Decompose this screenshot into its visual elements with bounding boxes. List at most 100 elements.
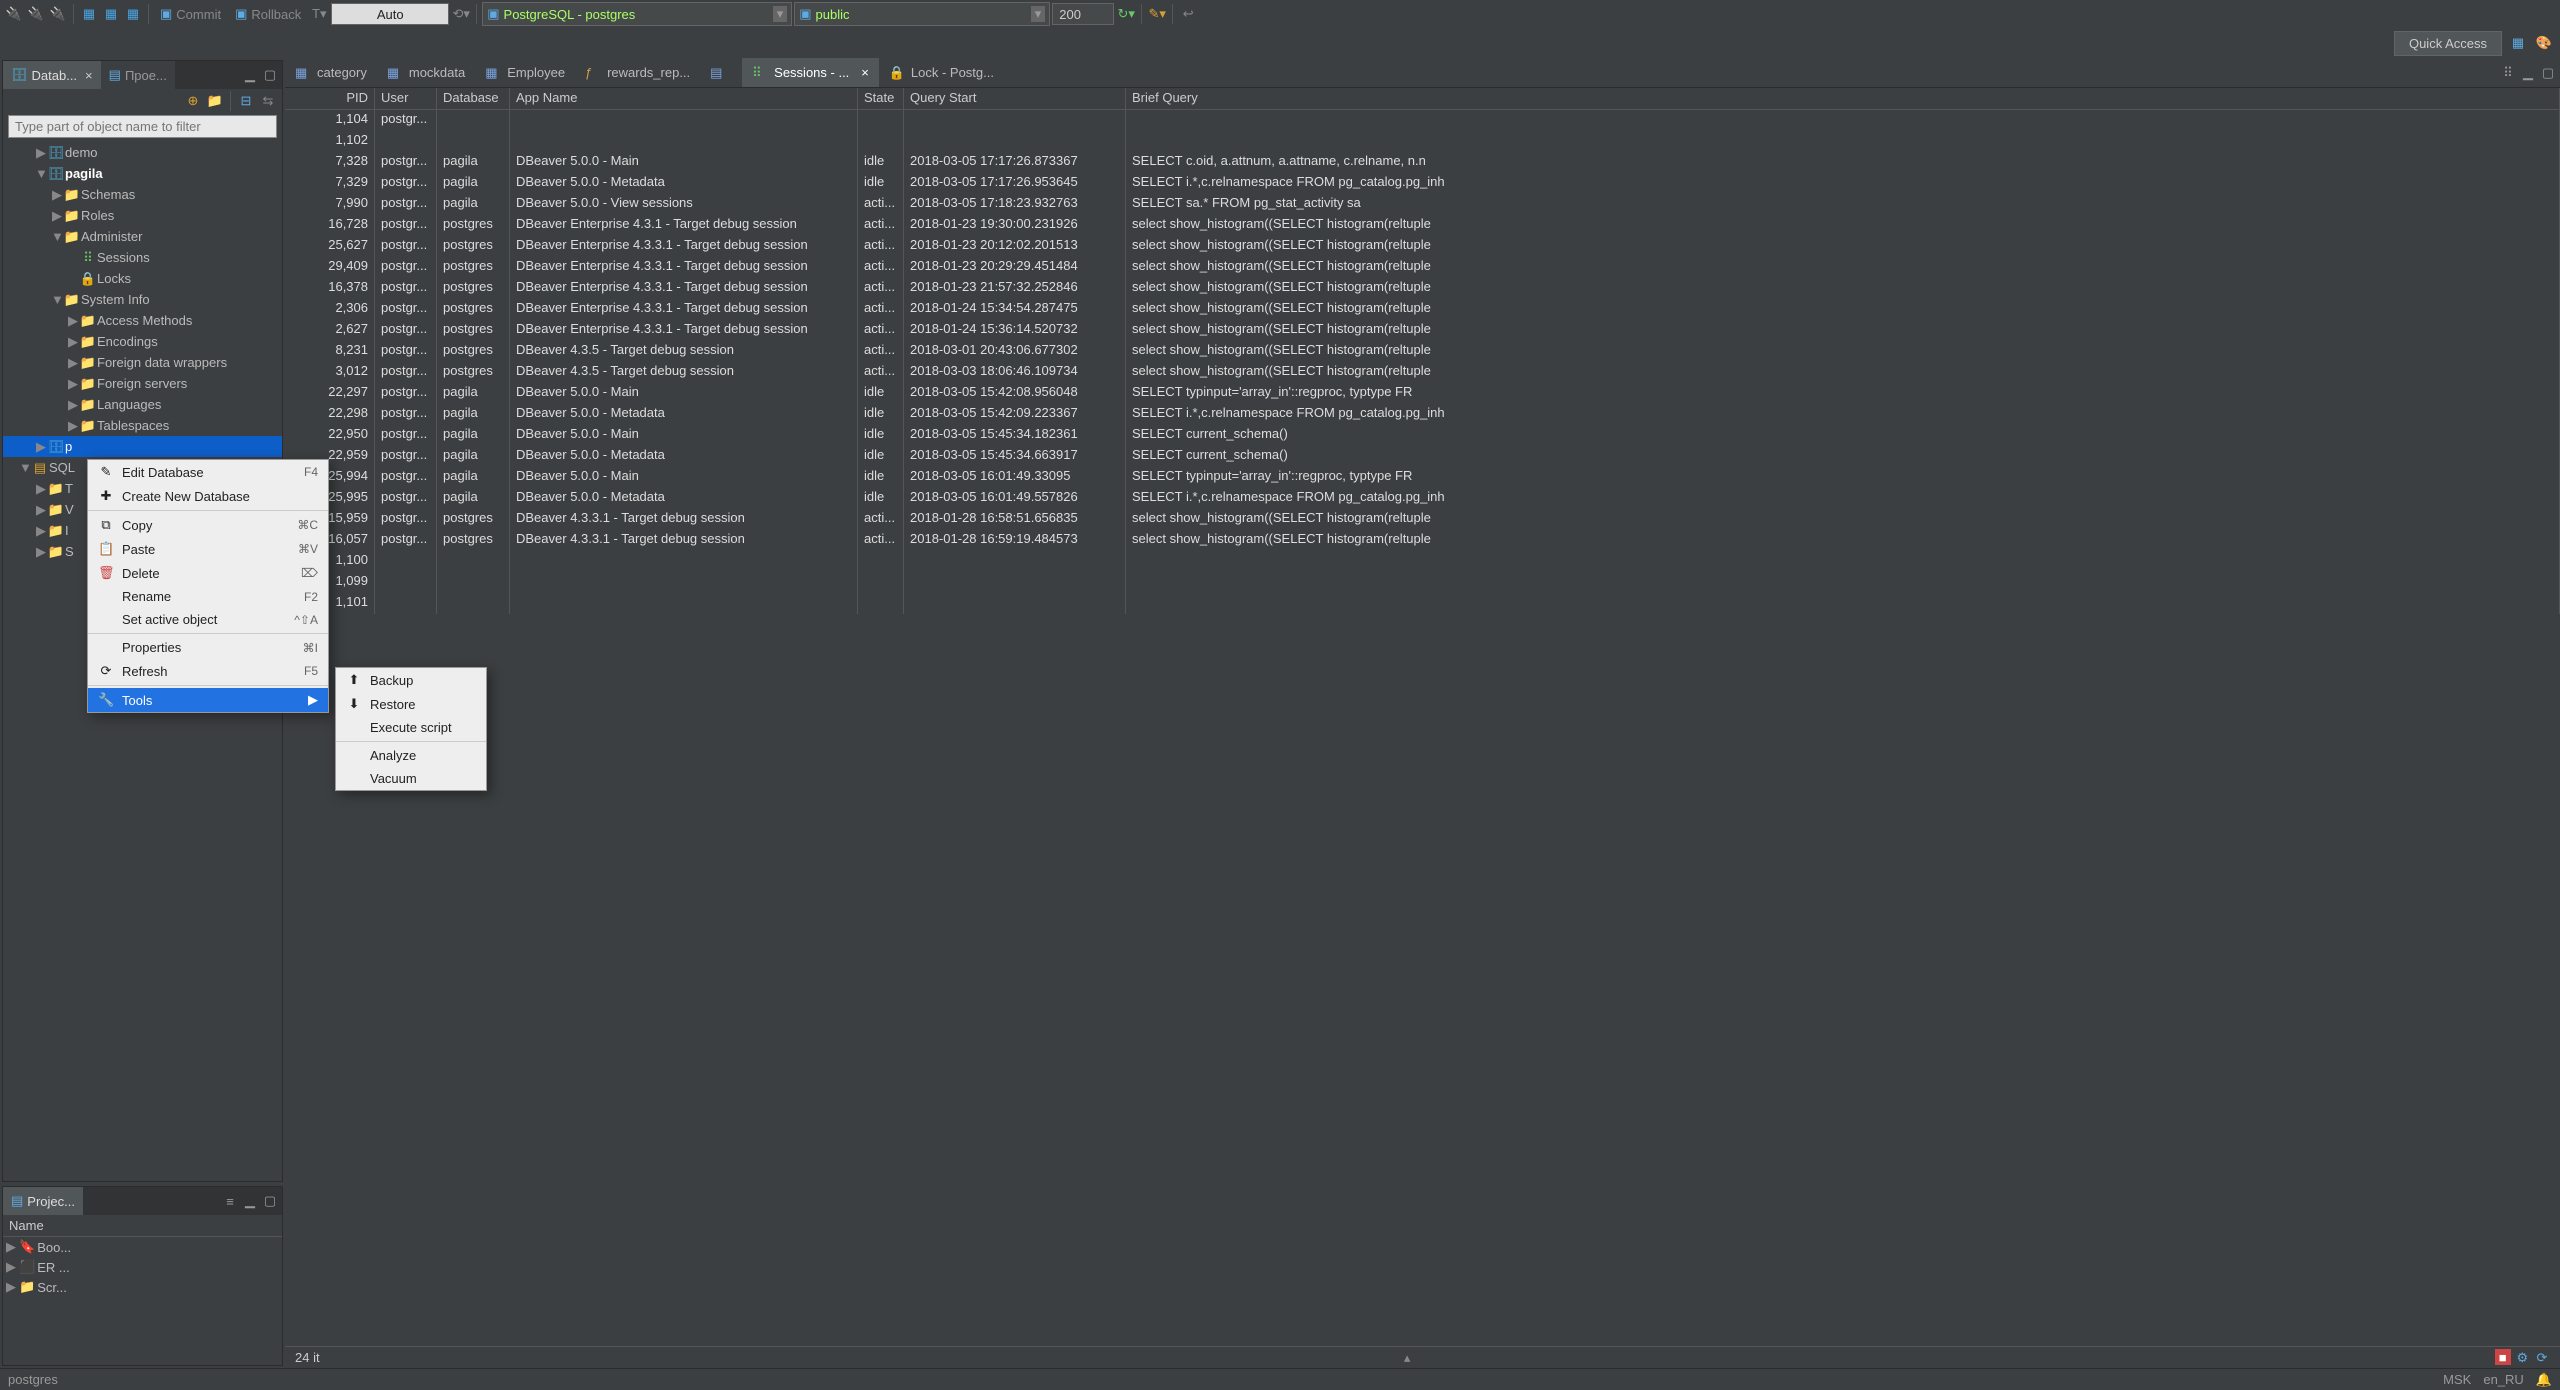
connection-combo[interactable]: ▣ PostgreSQL - postgres ▾ xyxy=(482,2,792,26)
tx-mode-input[interactable] xyxy=(331,3,449,25)
limit-input[interactable] xyxy=(1052,3,1114,25)
tree-item[interactable]: ▶🗄demo xyxy=(3,142,282,163)
plug-icon[interactable]: 🔌 xyxy=(4,4,24,24)
sessions-grid[interactable]: PIDUserDatabaseApp NameStateQuery StartB… xyxy=(285,88,2560,1346)
menu-item[interactable]: ⟳RefreshF5 xyxy=(88,659,328,683)
notifications-icon[interactable]: 🔔 xyxy=(2536,1372,2552,1388)
commit-button[interactable]: ▣Commit xyxy=(154,4,227,24)
minimize-icon[interactable]: ▁ xyxy=(242,1193,258,1209)
column-header[interactable]: Database xyxy=(437,88,510,109)
table-row[interactable]: 22,950postgr...pagilaDBeaver 5.0.0 - Mai… xyxy=(285,425,2560,446)
menu-item[interactable]: Execute script xyxy=(336,716,486,739)
editor-tab[interactable]: ▦Employee xyxy=(475,58,575,87)
table-row[interactable]: 16,057postgr...postgresDBeaver 4.3.3.1 -… xyxy=(285,530,2560,551)
table-row[interactable]: 7,329postgr...pagilaDBeaver 5.0.0 - Meta… xyxy=(285,173,2560,194)
menu-item[interactable]: ✚Create New Database xyxy=(88,484,328,508)
table-row[interactable]: 22,297postgr...pagilaDBeaver 5.0.0 - Mai… xyxy=(285,383,2560,404)
perspective-icon[interactable]: ▦ xyxy=(2508,33,2528,53)
table-row[interactable]: 1,099 xyxy=(285,572,2560,593)
menu-item[interactable]: 🔧Tools▶ xyxy=(88,688,328,712)
table-row[interactable]: 7,990postgr...pagilaDBeaver 5.0.0 - View… xyxy=(285,194,2560,215)
table-row[interactable]: 25,995postgr...pagilaDBeaver 5.0.0 - Met… xyxy=(285,488,2560,509)
tree-item[interactable]: ▼📁Administer xyxy=(3,226,282,247)
column-header[interactable]: State xyxy=(858,88,904,109)
column-header[interactable]: Query Start xyxy=(904,88,1126,109)
menu-item[interactable]: Analyze xyxy=(336,744,486,767)
menu-item[interactable]: Set active object^⇧A xyxy=(88,608,328,631)
menu-item[interactable]: ✎Edit DatabaseF4 xyxy=(88,460,328,484)
back-icon[interactable]: ↩ xyxy=(1178,4,1198,24)
folder-icon[interactable]: 📁 xyxy=(205,91,225,111)
minimize-icon[interactable]: ▁ xyxy=(2520,65,2536,81)
tree-item[interactable]: ▶📁Foreign data wrappers xyxy=(3,352,282,373)
gear-icon[interactable]: ⚙ xyxy=(2514,1350,2530,1366)
stop-icon[interactable]: ■ xyxy=(2495,1349,2511,1365)
close-icon[interactable]: × xyxy=(85,68,93,83)
sql-recent-icon[interactable]: ▦ xyxy=(123,4,143,24)
config-icon[interactable]: ≡ xyxy=(222,1193,238,1209)
sql-new-icon[interactable]: ▦ xyxy=(79,4,99,24)
tx-mode-icon[interactable]: T▾ xyxy=(309,4,329,24)
column-header[interactable]: User xyxy=(375,88,437,109)
menu-item[interactable]: Properties⌘I xyxy=(88,636,328,659)
tree-item[interactable]: ▶📁Languages xyxy=(3,394,282,415)
menu-item[interactable]: 📋Paste⌘V xyxy=(88,537,328,561)
project-item[interactable]: ▶📁 Scr... xyxy=(3,1277,282,1297)
table-row[interactable]: 22,298postgr...pagilaDBeaver 5.0.0 - Met… xyxy=(285,404,2560,425)
tree-item[interactable]: ▶🗄p xyxy=(3,436,282,457)
minimize-icon[interactable]: ▁ xyxy=(242,67,258,83)
schema-combo[interactable]: ▣ public ▾ xyxy=(794,2,1050,26)
tree-item[interactable]: ▶📁Foreign servers xyxy=(3,373,282,394)
tree-item[interactable]: ▶📁Schemas xyxy=(3,184,282,205)
menu-item[interactable]: ⧉Copy⌘C xyxy=(88,513,328,537)
editor-tab[interactable]: 🔒Lock - Postg... xyxy=(879,58,1004,87)
column-header[interactable]: PID xyxy=(285,88,375,109)
tree-item[interactable]: ▶📁Tablespaces xyxy=(3,415,282,436)
table-row[interactable]: 16,378postgr...postgresDBeaver Enterpris… xyxy=(285,278,2560,299)
menu-item[interactable]: ⬆Backup xyxy=(336,668,486,692)
maximize-icon[interactable]: ▢ xyxy=(2540,65,2556,81)
history-icon[interactable]: ⟲▾ xyxy=(451,4,471,24)
tab-projects[interactable]: ▤ Прое... xyxy=(101,61,175,89)
table-row[interactable]: 22,959postgr...pagilaDBeaver 5.0.0 - Met… xyxy=(285,446,2560,467)
tab-project-explorer[interactable]: ▤ Projec... xyxy=(3,1187,83,1215)
table-row[interactable]: 2,627postgr...postgresDBeaver Enterprise… xyxy=(285,320,2560,341)
palette-icon[interactable]: 🎨 xyxy=(2534,33,2554,53)
tree-item[interactable]: ⠿Sessions xyxy=(3,247,282,268)
tab-database-navigator[interactable]: 🗄 Datab... × xyxy=(3,61,101,89)
show-list-icon[interactable]: ⠿ xyxy=(2500,65,2516,81)
tree-item[interactable]: ▼📁System Info xyxy=(3,289,282,310)
editor-tab[interactable]: ⠿Sessions - ...× xyxy=(742,58,879,87)
context-menu[interactable]: ✎Edit DatabaseF4✚Create New Database ⧉Cop… xyxy=(87,459,329,713)
table-row[interactable]: 1,102 xyxy=(285,131,2560,152)
tree-item[interactable]: 🔒Locks xyxy=(3,268,282,289)
table-row[interactable]: 2,306postgr...postgresDBeaver Enterprise… xyxy=(285,299,2560,320)
project-item[interactable]: ▶⬛ ER ... xyxy=(3,1257,282,1277)
maximize-icon[interactable]: ▢ xyxy=(262,1193,278,1209)
table-row[interactable]: 25,994postgr...pagilaDBeaver 5.0.0 - Mai… xyxy=(285,467,2560,488)
table-row[interactable]: 16,728postgr...postgresDBeaver Enterpris… xyxy=(285,215,2560,236)
editor-tab[interactable]: ▦category xyxy=(285,58,377,87)
editor-tab[interactable]: ƒrewards_rep... xyxy=(575,58,700,87)
project-item[interactable]: ▶🔖 Boo... xyxy=(3,1237,282,1257)
table-row[interactable]: 1,101 xyxy=(285,593,2560,614)
table-row[interactable]: 7,328postgr...pagilaDBeaver 5.0.0 - Main… xyxy=(285,152,2560,173)
tree-filter-input[interactable] xyxy=(8,115,277,138)
tree-item[interactable]: ▶📁Access Methods xyxy=(3,310,282,331)
tree-item[interactable]: ▶📁Roles xyxy=(3,205,282,226)
editor-tab[interactable]: ▤ xyxy=(700,58,742,87)
menu-item[interactable]: RenameF2 xyxy=(88,585,328,608)
table-row[interactable]: 8,231postgr...postgresDBeaver 4.3.5 - Ta… xyxy=(285,341,2560,362)
table-row[interactable]: 3,012postgr...postgresDBeaver 4.3.5 - Ta… xyxy=(285,362,2560,383)
sql-open-icon[interactable]: ▦ xyxy=(101,4,121,24)
refresh-icon[interactable]: ↻▾ xyxy=(1116,4,1136,24)
edit-icon[interactable]: ✎▾ xyxy=(1147,4,1167,24)
column-header[interactable]: App Name xyxy=(510,88,858,109)
column-header[interactable]: Brief Query xyxy=(1126,88,2560,109)
table-row[interactable]: 29,409postgr...postgresDBeaver Enterpris… xyxy=(285,257,2560,278)
table-row[interactable]: 1,100 xyxy=(285,551,2560,572)
collapse-icon[interactable]: ⊟ xyxy=(236,91,256,111)
table-row[interactable]: 1,104postgr... xyxy=(285,110,2560,131)
table-row[interactable]: 25,627postgr...postgresDBeaver Enterpris… xyxy=(285,236,2560,257)
tree-item[interactable]: ▶📁Encodings xyxy=(3,331,282,352)
